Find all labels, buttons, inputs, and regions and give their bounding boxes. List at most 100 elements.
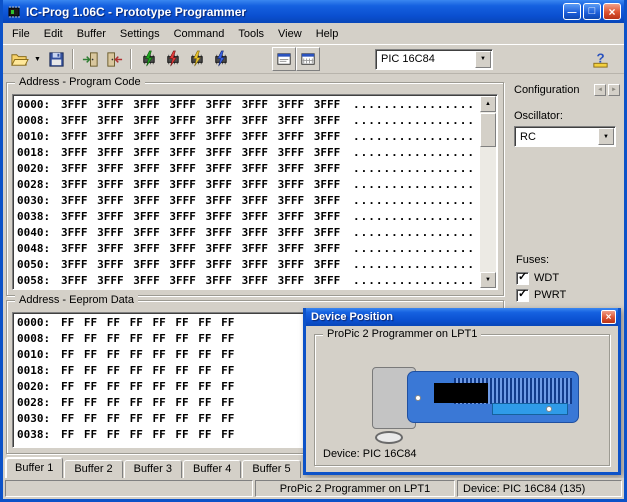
device-select-arrow-icon[interactable]: ▼ <box>475 50 491 68</box>
row-address: 0048: <box>17 242 51 255</box>
row-ascii[interactable]: ................ <box>353 257 477 273</box>
row-values[interactable]: 3FFF 3FFF 3FFF 3FFF 3FFF 3FFF 3FFF 3FFF <box>61 225 340 241</box>
import-file-button[interactable] <box>78 47 102 71</box>
row-ascii[interactable]: ................ <box>353 225 477 241</box>
status-left <box>5 480 253 497</box>
hex-row: 0028: 3FFF 3FFF 3FFF 3FFF 3FFF 3FFF 3FFF… <box>17 177 477 193</box>
dialog-title-bar[interactable]: Device Position × <box>306 308 618 326</box>
programmer-graphic <box>315 343 609 444</box>
configuration-title: Configuration <box>514 84 580 96</box>
fuse-row: ✓ PWRT <box>516 287 566 303</box>
row-values[interactable]: 3FFF 3FFF 3FFF 3FFF 3FFF 3FFF 3FFF 3FFF <box>61 209 340 225</box>
data-window-button[interactable] <box>296 47 320 71</box>
erase-all-button[interactable] <box>184 47 208 71</box>
row-ascii[interactable]: ................ <box>353 161 477 177</box>
fuse-label: PWRT <box>534 289 567 301</box>
row-address: 0038: <box>17 428 51 441</box>
buffer-tab[interactable]: Buffer 3 <box>123 460 182 478</box>
app-icon <box>6 4 22 20</box>
row-ascii[interactable]: ................ <box>353 129 477 145</box>
row-values[interactable]: 3FFF 3FFF 3FFF 3FFF 3FFF 3FFF 3FFF 3FFF <box>61 113 340 129</box>
row-values[interactable]: 3FFF 3FFF 3FFF 3FFF 3FFF 3FFF 3FFF 3FFF <box>61 161 340 177</box>
program-code-group: Address - Program Code 0000: 3FFF 3FFF 3… <box>6 76 504 296</box>
row-address: 0058: <box>17 274 51 287</box>
code-window-button[interactable] <box>272 47 296 71</box>
dialog-close-button[interactable]: × <box>601 310 616 324</box>
row-ascii[interactable]: ................ <box>353 193 477 209</box>
scroll-down-button[interactable]: ▼ <box>480 272 496 288</box>
row-address: 0010: <box>17 348 51 361</box>
buffer-tab[interactable]: Buffer 4 <box>182 460 242 478</box>
oscillator-select-arrow-icon[interactable]: ▼ <box>598 128 614 145</box>
menu-item[interactable]: View <box>271 25 309 43</box>
scroll-up-button[interactable]: ▲ <box>480 96 496 112</box>
fuse-checkbox[interactable]: ✓ <box>516 271 529 285</box>
row-values[interactable]: 3FFF 3FFF 3FFF 3FFF 3FFF 3FFF 3FFF 3FFF <box>61 177 340 193</box>
row-ascii[interactable]: ................ <box>353 113 477 129</box>
window-controls: — □ × <box>563 3 621 20</box>
row-values[interactable]: 3FFF 3FFF 3FFF 3FFF 3FFF 3FFF 3FFF 3FFF <box>61 97 340 113</box>
buffer-tab[interactable]: Buffer 1 <box>5 457 64 478</box>
row-values[interactable]: FF FF FF FF FF FF FF FF <box>61 347 234 363</box>
row-values[interactable]: FF FF FF FF FF FF FF FF <box>61 411 234 427</box>
oscillator-select[interactable]: RC ▼ <box>514 126 616 147</box>
row-values[interactable]: FF FF FF FF FF FF FF FF <box>61 379 234 395</box>
help-button[interactable]: ? <box>588 47 612 71</box>
open-dropdown-button[interactable]: ▼ <box>31 47 44 71</box>
config-next-button[interactable]: ► <box>608 84 620 96</box>
row-ascii[interactable]: ................ <box>353 241 477 257</box>
row-ascii[interactable]: ................ <box>353 145 477 161</box>
tab-label: Buffer 1 <box>15 462 54 474</box>
close-button[interactable]: × <box>603 3 621 20</box>
row-address: 0000: <box>17 316 51 329</box>
verify-button[interactable] <box>208 47 232 71</box>
program-code-scrollbar[interactable]: ▲ ▼ <box>480 96 496 288</box>
menu-item[interactable]: Command <box>167 25 232 43</box>
hex-row: 0038: 3FFF 3FFF 3FFF 3FFF 3FFF 3FFF 3FFF… <box>17 209 477 225</box>
menu-item[interactable]: Settings <box>113 25 167 43</box>
program-all-button[interactable] <box>160 47 184 71</box>
buffer-tab[interactable]: Buffer 5 <box>242 460 301 478</box>
open-file-button[interactable] <box>7 47 31 71</box>
row-values[interactable]: FF FF FF FF FF FF FF FF <box>61 363 234 379</box>
row-values[interactable]: FF FF FF FF FF FF FF FF <box>61 395 234 411</box>
title-bar[interactable]: IC-Prog 1.06C - Prototype Programmer — □… <box>3 0 624 23</box>
row-address: 0020: <box>17 162 51 175</box>
svg-text:?: ? <box>596 50 604 65</box>
export-file-button[interactable] <box>102 47 126 71</box>
menu-item[interactable]: Buffer <box>70 25 113 43</box>
menu-item[interactable]: File <box>5 25 37 43</box>
maximize-button[interactable]: □ <box>583 3 601 20</box>
scroll-thumb[interactable] <box>480 113 496 147</box>
row-values[interactable]: 3FFF 3FFF 3FFF 3FFF 3FFF 3FFF 3FFF 3FFF <box>61 273 340 289</box>
row-address: 0018: <box>17 146 51 159</box>
device-select[interactable]: PIC 16C84 ▼ <box>375 48 493 70</box>
row-values[interactable]: 3FFF 3FFF 3FFF 3FFF 3FFF 3FFF 3FFF 3FFF <box>61 193 340 209</box>
row-ascii[interactable]: ................ <box>353 209 477 225</box>
fuse-checkbox[interactable]: ✓ <box>516 288 529 302</box>
menu-item[interactable]: Help <box>309 25 346 43</box>
configuration-panel: Configuration ◄ ► Oscillator: RC ▼ Fuses… <box>514 84 620 302</box>
save-file-button[interactable] <box>44 47 68 71</box>
menu-item[interactable]: Tools <box>231 25 271 43</box>
minimize-button[interactable]: — <box>563 3 581 20</box>
row-ascii[interactable]: ................ <box>353 273 477 289</box>
row-values[interactable]: 3FFF 3FFF 3FFF 3FFF 3FFF 3FFF 3FFF 3FFF <box>61 257 340 273</box>
hex-row: 0048: 3FFF 3FFF 3FFF 3FFF 3FFF 3FFF 3FFF… <box>17 241 477 257</box>
row-values[interactable]: FF FF FF FF FF FF FF FF <box>61 427 234 443</box>
row-values[interactable]: 3FFF 3FFF 3FFF 3FFF 3FFF 3FFF 3FFF 3FFF <box>61 129 340 145</box>
row-values[interactable]: FF FF FF FF FF FF FF FF <box>61 331 234 347</box>
read-all-button[interactable] <box>136 47 160 71</box>
program-code-editor[interactable]: 0000: 3FFF 3FFF 3FFF 3FFF 3FFF 3FFF 3FFF… <box>12 94 498 290</box>
row-ascii[interactable]: ................ <box>353 177 477 193</box>
row-address: 0028: <box>17 178 51 191</box>
row-values[interactable]: FF FF FF FF FF FF FF FF <box>61 315 234 331</box>
config-prev-button[interactable]: ◄ <box>594 84 606 96</box>
buffer-tab[interactable]: Buffer 2 <box>64 460 123 478</box>
hex-row: 0020: 3FFF 3FFF 3FFF 3FFF 3FFF 3FFF 3FFF… <box>17 161 477 177</box>
row-values[interactable]: 3FFF 3FFF 3FFF 3FFF 3FFF 3FFF 3FFF 3FFF <box>61 145 340 161</box>
row-values[interactable]: 3FFF 3FFF 3FFF 3FFF 3FFF 3FFF 3FFF 3FFF <box>61 241 340 257</box>
row-address: 0008: <box>17 332 51 345</box>
row-ascii[interactable]: ................ <box>353 97 477 113</box>
menu-item[interactable]: Edit <box>37 25 70 43</box>
